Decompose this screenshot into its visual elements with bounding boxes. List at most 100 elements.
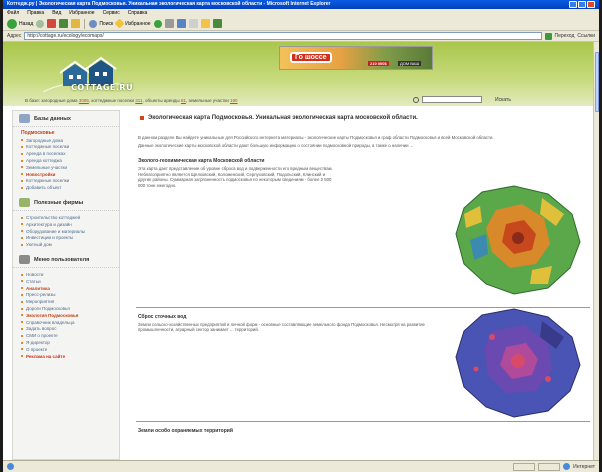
back-arrow-icon <box>7 18 17 29</box>
media-icon[interactable] <box>153 19 162 28</box>
sidebar-item[interactable]: Мероприятия <box>21 298 119 305</box>
window-title: Коттедж.ру | Экологическая карта Подмоск… <box>7 1 331 7</box>
section-text: Земли сельско-хозяйственных предприятий … <box>138 321 425 333</box>
stat-label: объекты аренды <box>145 97 180 103</box>
address-bar: Адрес http://cottage.ru/ecology/ecomaps/… <box>3 31 599 42</box>
sidebar: Базы данных Подмосковье Загородные дома … <box>12 110 120 460</box>
page-title: Экологическая карта Подмосковья. Уникаль… <box>136 110 590 121</box>
folder-icon[interactable] <box>200 19 210 28</box>
stat-link[interactable]: 190 <box>230 98 238 103</box>
forward-arrow-icon[interactable] <box>36 19 45 28</box>
sidebar-item[interactable]: Коттеджные поселки <box>21 144 119 151</box>
search-icon <box>413 96 419 103</box>
sidebar-item[interactable]: Аренда коттеджа <box>21 157 119 164</box>
menu-file[interactable]: Файл <box>7 10 19 16</box>
mail-icon[interactable] <box>176 19 186 28</box>
window-controls <box>569 1 595 8</box>
messenger-icon[interactable] <box>212 19 222 28</box>
minimize-button[interactable] <box>569 1 577 8</box>
maximize-button[interactable] <box>578 1 586 8</box>
sidebar-item[interactable]: Новостройки <box>21 171 119 178</box>
history-icon[interactable] <box>164 19 174 28</box>
stop-icon[interactable] <box>47 19 57 28</box>
section-title: Эколого-геохимическая карта Московской о… <box>138 158 265 165</box>
site-header: COTTAGE.RU Го шоссе 210 000$ ДОМ ВАШ В б… <box>3 42 593 106</box>
stat-link[interactable]: 311 <box>135 98 142 103</box>
sidebar-section-title: Полезные фирмы <box>13 195 119 212</box>
sidebar-item[interactable]: Задать вопрос <box>21 326 119 333</box>
status-cell <box>538 462 561 471</box>
page-viewport: COTTAGE.RU Го шоссе 210 000$ ДОМ ВАШ В б… <box>3 42 593 460</box>
scrollbar-thumb[interactable] <box>595 52 599 112</box>
section-divider <box>136 420 590 422</box>
menu-tools[interactable]: Сервис <box>103 10 120 16</box>
logo-text: COTTAGE.RU <box>71 83 134 92</box>
banner-house: ДОМ ВАШ <box>398 61 422 66</box>
sidebar-item[interactable]: Земельные участки <box>21 164 119 171</box>
sidebar-item[interactable]: Новости <box>21 271 119 278</box>
sidebar-item[interactable]: Архитектура и дизайн <box>21 221 119 228</box>
vertical-scrollbar[interactable] <box>593 42 599 460</box>
magnifier-icon <box>89 19 98 28</box>
stat-link[interactable]: 3085 <box>79 98 89 103</box>
menu-help[interactable]: Справка <box>128 10 148 16</box>
sidebar-item[interactable]: Реклама на сайте <box>21 353 119 360</box>
sidebar-item[interactable]: Аналитика <box>21 285 119 292</box>
sidebar-item[interactable]: Инвестиции и проекты <box>21 235 119 242</box>
sidebar-list-databases: Подмосковье Загородные дома Коттеджные п… <box>13 127 119 195</box>
menu-edit[interactable]: Правка <box>27 10 44 16</box>
sidebar-item[interactable]: Подмосковье <box>21 130 119 137</box>
section-text: Эта карта дает представление об уровне с… <box>138 166 333 188</box>
sidebar-item[interactable]: СМИ о проекте <box>21 332 119 339</box>
refresh-icon[interactable] <box>59 19 69 28</box>
sidebar-item[interactable]: О проекте <box>21 346 119 353</box>
sidebar-item-ecology[interactable]: Экология Подмосковья <box>21 312 119 319</box>
wastewater-map-image[interactable] <box>452 307 584 419</box>
intro-paragraph: Данные экологические карты московской об… <box>138 142 414 148</box>
home-icon[interactable] <box>71 19 81 28</box>
search-button[interactable]: Поиск <box>89 19 113 28</box>
sidebar-item[interactable]: Статьи <box>21 278 119 285</box>
go-icon[interactable] <box>544 32 552 40</box>
sidebar-section-title: Базы данных <box>13 111 119 127</box>
ad-banner[interactable]: Го шоссе 210 000$ ДОМ ВАШ <box>279 46 433 70</box>
menu-bar: Файл Правка Вид Избранное Сервис Справка <box>3 9 599 17</box>
sidebar-item[interactable]: Справочник владельца <box>21 319 119 326</box>
site-search: Искать <box>413 96 511 103</box>
address-input[interactable]: http://cottage.ru/ecology/ecomaps/ <box>24 32 542 40</box>
intro-paragraph: В данном разделе Вы найдете уникальные д… <box>138 135 494 140</box>
menu-favorites[interactable]: Избранное <box>69 10 94 16</box>
section-title: Земли особо охраняемых территорий <box>138 427 233 434</box>
favorites-button[interactable]: Избранное <box>114 18 151 29</box>
main-content: Экологическая карта Подмосковья. Уникаль… <box>136 110 590 460</box>
links-button[interactable]: Ссылки <box>577 33 595 39</box>
sidebar-item[interactable]: Аренда в поселках <box>21 150 119 157</box>
back-button[interactable]: Назад <box>7 18 33 29</box>
sidebar-item[interactable]: Добавить объект <box>21 184 119 191</box>
security-zone: Интернет <box>573 463 595 470</box>
banner-headline: Го шоссе <box>290 52 332 63</box>
sidebar-item[interactable]: Я-директор <box>21 339 119 346</box>
site-logo[interactable]: COTTAGE.RU <box>42 46 134 96</box>
search-submit[interactable]: Искать <box>495 97 511 103</box>
sidebar-item[interactable]: Пресс-релизы <box>21 292 119 299</box>
print-icon[interactable] <box>188 19 198 28</box>
stat-link[interactable]: 81 <box>181 98 186 103</box>
status-bar: Интернет <box>3 460 599 472</box>
sidebar-item[interactable]: Загородные дома <box>21 137 119 144</box>
stat-label: загородные дома <box>41 97 78 103</box>
sidebar-item[interactable]: Коттеджные поселки <box>21 178 119 185</box>
sidebar-item[interactable]: Оборудование и материалы <box>21 228 119 235</box>
go-button[interactable]: Переход <box>555 33 575 39</box>
browser-window: Коттедж.ру | Экологическая карта Подмоск… <box>3 0 599 472</box>
page-status-icon <box>7 463 14 470</box>
sidebar-item[interactable]: Строительство коттеджей <box>21 214 119 221</box>
sidebar-item[interactable]: Уютный дом <box>21 241 119 248</box>
close-button[interactable] <box>587 1 595 8</box>
search-input[interactable] <box>422 96 482 103</box>
window-titlebar[interactable]: Коттедж.ру | Экологическая карта Подмоск… <box>3 0 599 9</box>
ecology-map-image[interactable] <box>452 184 584 296</box>
menu-view[interactable]: Вид <box>52 10 61 16</box>
sidebar-item[interactable]: Дороги Подмосковья <box>21 305 119 312</box>
status-cell <box>513 462 536 471</box>
